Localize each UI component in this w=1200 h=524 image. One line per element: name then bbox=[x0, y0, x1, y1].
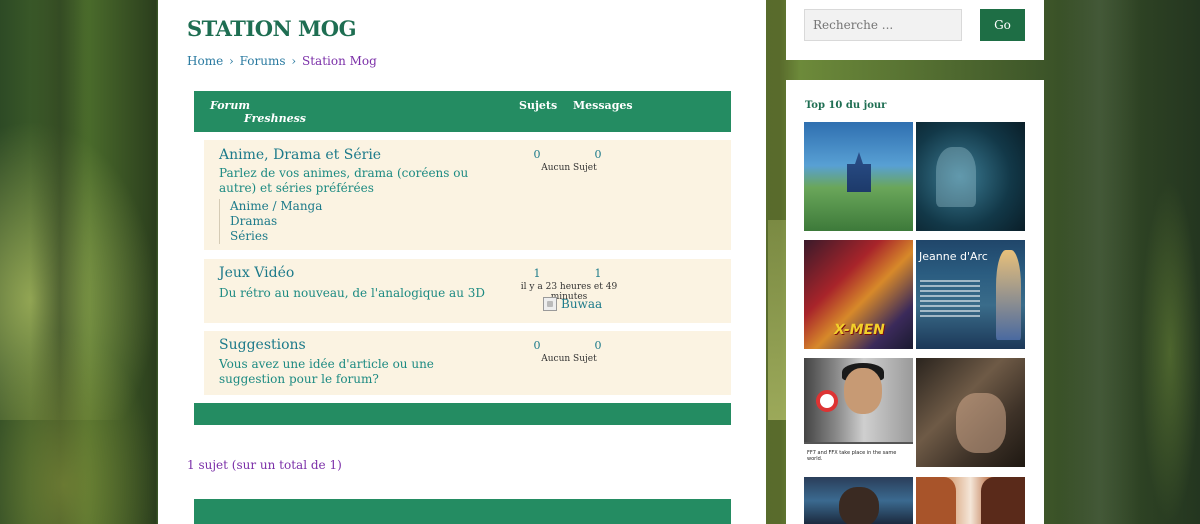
forum-title-link[interactable]: Anime, Drama et Série bbox=[219, 147, 381, 163]
forum-freshness: Aucun Sujet bbox=[541, 163, 597, 173]
search-input[interactable] bbox=[804, 9, 962, 41]
top10-thumb-xmen-comic[interactable]: X-MEN bbox=[804, 240, 913, 349]
face-shape bbox=[956, 393, 1006, 453]
background-forest-left-tree bbox=[30, 0, 90, 524]
search-button[interactable]: Go bbox=[980, 9, 1025, 41]
site-title[interactable]: STATION MOG bbox=[187, 16, 357, 41]
background-forest-left-glow bbox=[0, 120, 158, 420]
forum-row-anime: Anime, Drama et Série Parlez de vos anim… bbox=[204, 140, 731, 250]
forum-title-link[interactable]: Jeux Vidéo bbox=[219, 265, 294, 281]
forum-row-jeux-video: Jeux Vidéo Du rétro au nouveau, de l'ana… bbox=[204, 259, 731, 323]
breadcrumb-current: Station Mog bbox=[302, 54, 377, 68]
forum-description: Du rétro au nouveau, de l'analogique au … bbox=[219, 286, 486, 300]
subforum-link-series[interactable]: Séries bbox=[230, 229, 322, 244]
topics-table-header bbox=[194, 499, 731, 524]
breadcrumb-home-link[interactable]: Home bbox=[187, 54, 223, 68]
subforum-link-anime-manga[interactable]: Anime / Manga bbox=[230, 199, 322, 214]
forum-title-link[interactable]: Suggestions bbox=[219, 337, 306, 353]
breadcrumb-forums-link[interactable]: Forums bbox=[240, 54, 286, 68]
top10-thumb-anime-portrait[interactable] bbox=[916, 358, 1025, 467]
subforum-list: Anime / Manga Dramas Séries bbox=[219, 199, 322, 244]
forum-post-count: 0 bbox=[594, 339, 602, 352]
forum-table: Forum Freshness Sujets Messages Anime, D… bbox=[194, 91, 731, 425]
forum-description: Parlez de vos animes, drama (coréens ou … bbox=[219, 166, 469, 195]
background-forest-right-glow bbox=[768, 220, 788, 420]
main-content: STATION MOG Home › Forums › Station Mog … bbox=[158, 0, 766, 524]
background-forest-left-floor bbox=[0, 330, 158, 524]
top10-thumb-interview-photo[interactable]: FF7 and FFX take place in the same world… bbox=[804, 358, 913, 467]
top10-thumb-two-characters[interactable] bbox=[916, 477, 1025, 524]
header-freshness: Freshness bbox=[244, 112, 306, 125]
avatar bbox=[543, 297, 557, 311]
header-forum: Forum bbox=[210, 99, 250, 112]
forum-topic-count: 0 bbox=[533, 148, 541, 161]
top10-thumb-zelda-landscape[interactable] bbox=[804, 122, 913, 231]
forum-topic-count: 1 bbox=[533, 267, 541, 280]
face-shape bbox=[844, 368, 882, 414]
top10-thumb-jeanne-darc[interactable]: Jeanne d'Arc bbox=[916, 240, 1025, 349]
background-forest-right-edge bbox=[1140, 180, 1200, 524]
thumb-caption: FF7 and FFX take place in the same world… bbox=[807, 450, 897, 462]
top10-title: Top 10 du jour bbox=[805, 100, 887, 111]
hair-shape bbox=[981, 477, 1025, 524]
forum-row-suggestions: Suggestions Vous avez une idée d'article… bbox=[204, 331, 731, 395]
thumb-heading: Jeanne d'Arc bbox=[919, 250, 988, 263]
forum-post-count: 0 bbox=[594, 148, 602, 161]
subforum-link-dramas[interactable]: Dramas bbox=[230, 214, 322, 229]
sign-shape bbox=[816, 390, 838, 412]
breadcrumb: Home › Forums › Station Mog bbox=[187, 54, 377, 68]
pagination-count: 1 sujet (sur un total de 1) bbox=[187, 458, 342, 472]
forum-post-count: 1 bbox=[594, 267, 602, 280]
header-topics: Sujets bbox=[519, 99, 558, 112]
forum-description: Vous avez une idée d'article ou une sugg… bbox=[219, 357, 434, 386]
background-forest-right-tree bbox=[1060, 0, 1140, 524]
forum-table-footer bbox=[194, 403, 731, 425]
author-name[interactable]: Buwaa bbox=[561, 297, 602, 311]
forum-table-header: Forum Freshness Sujets Messages bbox=[194, 91, 731, 132]
top10-thumb-dark-knight[interactable] bbox=[916, 122, 1025, 231]
forum-topic-count: 0 bbox=[533, 339, 541, 352]
thumb-text-lines bbox=[920, 280, 980, 320]
hair-shape bbox=[916, 477, 956, 524]
xmen-logo: X-MEN bbox=[832, 322, 887, 338]
top10-thumb-character-glasses[interactable] bbox=[804, 477, 913, 524]
forum-freshness: Aucun Sujet bbox=[541, 354, 597, 364]
last-post-author[interactable]: Buwaa bbox=[543, 297, 602, 311]
castle-shape bbox=[847, 152, 871, 192]
character-shape bbox=[996, 250, 1021, 340]
breadcrumb-separator: › bbox=[291, 54, 297, 68]
header-posts: Messages bbox=[573, 99, 633, 112]
breadcrumb-separator: › bbox=[229, 54, 234, 68]
figure-shape bbox=[936, 147, 976, 207]
top10-widget: Top 10 du jour X-MEN Jeanne d'Arc FF7 an… bbox=[786, 80, 1044, 524]
head-shape bbox=[839, 487, 879, 524]
search-widget: Go bbox=[786, 0, 1044, 60]
